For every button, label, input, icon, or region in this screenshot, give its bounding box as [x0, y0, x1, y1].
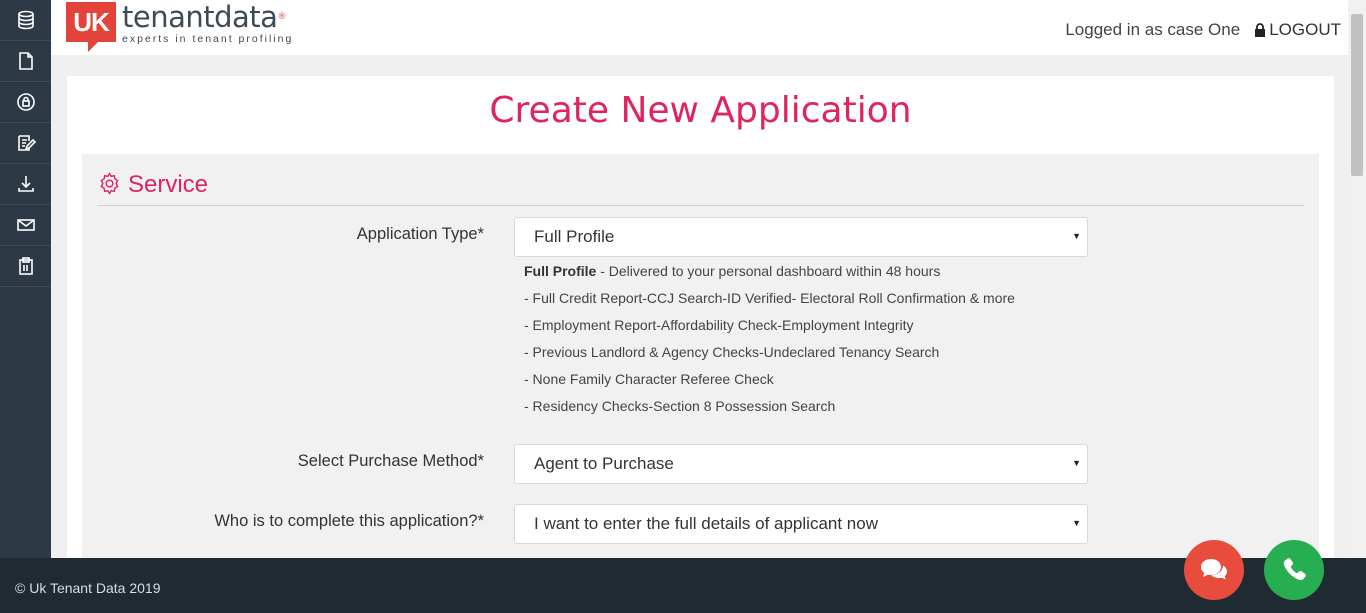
- chevron-down-icon: ▼: [1072, 231, 1081, 241]
- completer-select[interactable]: I want to enter the full details of appl…: [514, 504, 1088, 544]
- purchase-method-value: Agent to Purchase: [534, 454, 674, 473]
- lock-icon: [1255, 23, 1266, 37]
- chat-icon: [1201, 559, 1227, 580]
- tenantdata-logo[interactable]: UK tenantdata® experts in tenant profili…: [66, 2, 293, 52]
- footer-copyright: © Uk Tenant Data 2019: [15, 580, 161, 596]
- description-line: - Full Credit Report-CCJ Search-ID Verif…: [524, 290, 1015, 306]
- user-area: Logged in as case One LOGOUT: [1065, 20, 1341, 40]
- completer-label: Who is to complete this application?*: [214, 512, 484, 530]
- phone-icon: [1283, 558, 1306, 581]
- logo-tagline: experts in tenant profiling: [122, 33, 294, 45]
- chevron-down-icon: ▼: [1072, 518, 1081, 528]
- service-section: Service Application Type* Full Profile ▼…: [82, 154, 1319, 558]
- logout-button[interactable]: LOGOUT: [1254, 20, 1341, 40]
- edit-icon: [17, 135, 36, 151]
- application-type-select[interactable]: Full Profile ▼: [514, 217, 1088, 257]
- logo-wordmark: tenantdata: [122, 0, 278, 34]
- database-icon: [17, 10, 34, 30]
- purchase-method-label: Select Purchase Method*: [297, 452, 484, 470]
- sidebar-item-downloads[interactable]: [0, 164, 51, 205]
- logo-badge: UK: [66, 2, 116, 52]
- sidebar-item-clipboard[interactable]: [0, 246, 51, 287]
- logged-in-text: Logged in as case One: [1065, 20, 1241, 39]
- logout-label: LOGOUT: [1269, 20, 1341, 39]
- description-line: - Previous Landlord & Agency Checks-Unde…: [524, 344, 940, 360]
- scrollbar-thumb[interactable]: [1351, 14, 1363, 176]
- application-type-description: Full Profile - Delivered to your persona…: [524, 258, 1015, 420]
- sidebar-item-security[interactable]: [0, 82, 51, 123]
- description-line: - None Family Character Referee Check: [524, 371, 774, 387]
- page-title: Create New Application: [489, 90, 912, 131]
- service-section-header: Service: [97, 168, 1304, 206]
- footer: © Uk Tenant Data 2019: [0, 558, 1366, 613]
- section-title: Service: [128, 170, 209, 198]
- sidebar-item-messages[interactable]: [0, 205, 51, 246]
- purchase-method-select[interactable]: Agent to Purchase ▼: [514, 444, 1088, 484]
- page-scrollbar[interactable]: [1348, 0, 1366, 558]
- description-line: - Employment Report-Affordability Check-…: [524, 317, 914, 333]
- download-icon: [17, 176, 34, 192]
- sidebar-item-edit[interactable]: [0, 123, 51, 164]
- description-lead: Full Profile - Delivered to your persona…: [524, 263, 941, 279]
- top-header: UK tenantdata® experts in tenant profili…: [51, 0, 1348, 55]
- lock-circle-icon: [16, 93, 35, 111]
- sidebar: [0, 0, 51, 558]
- sidebar-item-documents[interactable]: [0, 41, 51, 82]
- description-line: - Residency Checks-Section 8 Possession …: [524, 398, 836, 414]
- create-application-card: Create New Application Service Applicati…: [67, 76, 1334, 558]
- clipboard-icon: [18, 257, 33, 275]
- chevron-down-icon: ▼: [1072, 458, 1081, 468]
- registered-mark: ®: [277, 12, 286, 22]
- call-button[interactable]: [1264, 540, 1324, 600]
- chat-button[interactable]: [1184, 540, 1244, 600]
- application-type-label: Application Type*: [356, 225, 484, 243]
- completer-value: I want to enter the full details of appl…: [534, 514, 878, 533]
- application-type-value: Full Profile: [534, 227, 615, 246]
- document-icon: [18, 52, 33, 70]
- mail-icon: [16, 219, 35, 231]
- sidebar-item-database[interactable]: [0, 0, 51, 41]
- gear-icon: [100, 172, 119, 195]
